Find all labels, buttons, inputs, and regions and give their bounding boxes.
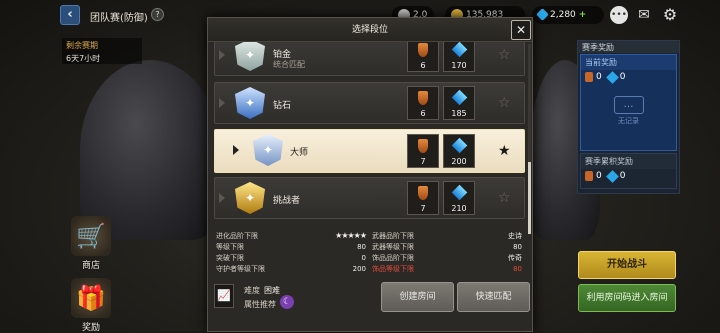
difficulty-value: 困难 [264,286,280,295]
page-title: 团队赛(防御) [90,13,148,24]
current-reward: 当前奖励 0 0 … 无记录 [580,54,677,151]
star-icon[interactable]: ☆ [498,47,511,63]
remaining-time: 剩余赛期 6天7小时 [62,38,142,64]
stat-breakthrough: 突破下限 0 [216,254,366,262]
season-title: 赛季奖励 [578,41,679,53]
medal-icon [418,138,428,153]
platinum-emblem-icon: ✦ [235,42,265,71]
statue-left [80,60,220,240]
start-battle-button[interactable]: 开始战斗 [578,251,676,279]
remaining-label: 剩余赛期 [66,41,98,50]
current-reward-values: 0 0 [581,70,676,84]
quick-match-button[interactable]: 快速匹配 [457,282,530,312]
gem-reward: 210 [443,181,475,215]
help-icon[interactable]: ? [151,8,164,21]
medal-icon [418,90,428,105]
mail-icon[interactable]: ✉ [635,6,653,24]
chat-icon[interactable]: ••• [610,6,628,24]
scroll-thumb[interactable] [528,162,531,234]
currency-gems: 2,280 + [532,6,604,24]
medal-icon [418,42,428,57]
tier-name: 大师 [290,148,309,158]
difficulty-chart-icon[interactable]: 📈 [214,284,234,308]
medal-icon [585,171,593,181]
accumulated-reward-title: 赛季累积奖励 [581,154,676,169]
medal-reward: 6 [407,86,439,120]
stat-guardian-level: 守护者等级下限 200 [216,265,366,273]
gem-icon [451,137,467,154]
tier-scrollbar[interactable] [528,44,531,234]
chevron-right-icon [219,193,225,203]
difficulty-label: 难度 [244,286,260,295]
star-icon[interactable]: ☆ [498,95,511,111]
gear-icon[interactable]: ⚙ [661,6,679,24]
challenger-emblem-icon: ✦ [235,182,265,214]
medal-reward: 7 [407,181,439,215]
tier-challenger[interactable]: ✦ 挑战者 7 210 ☆ [214,177,525,219]
tier-name: 钻石 [273,101,292,111]
plus-icon[interactable]: + [579,10,587,20]
join-by-code-button[interactable]: 利用房间码进入房间 [578,284,676,312]
stat-weapon-grade: 武器品阶下限 史诗 [372,232,522,240]
create-room-button[interactable]: 创建房间 [381,282,454,312]
tier-list[interactable]: ✦ 铂金 统合匹配 6 170 ☆ ✦ 钻石 6 185 ☆ ✦ 大师 7 20… [214,42,526,236]
stat-accessory-grade: 饰品品阶下限 传奇 [372,254,522,262]
gem-icon [451,184,467,201]
stat-accessory-level: 饰品等级下限 80 [372,265,522,273]
current-reward-title: 当前奖励 [581,55,676,70]
side-item-shop[interactable]: 🛒 商店 [66,216,116,271]
gem-reward: 170 [443,42,475,72]
master-emblem-icon: ✦ [253,134,283,166]
season-reward-panel: 赛季奖励 当前奖励 0 0 … 无记录 赛季累积奖励 0 0 [577,40,680,194]
tier-sub: 统合匹配 [273,60,305,69]
tier-name: 挑战者 [273,196,301,206]
side-item-reward[interactable]: 🎁 奖励 [66,278,116,333]
medal-icon [585,72,593,82]
attribute-label: 属性推荐 [244,300,276,309]
gem-reward: 185 [443,86,475,120]
accumulated-reward: 赛季累积奖励 0 0 [580,153,677,189]
moon-icon: ☾ [280,295,294,309]
empty-chat-icon: … [613,96,644,114]
close-button[interactable]: ✕ [511,20,531,40]
gem-reward: 200 [443,134,475,168]
play-icon [233,145,239,155]
gem-icon [451,42,467,58]
gem-icon [536,8,549,21]
diamond-emblem-icon: ✦ [235,87,265,119]
star-icon[interactable]: ☆ [498,190,511,206]
star-filled-icon[interactable]: ★ [498,143,511,159]
medal-reward: 6 [407,42,439,72]
medal-reward: 7 [407,134,439,168]
gem-icon [605,169,619,183]
empty-text: 无记录 [618,117,639,125]
chevron-right-icon [219,50,225,60]
gem-icon [605,70,619,84]
modal-title: 选择段位 [208,18,532,42]
medal-icon [418,185,428,200]
gem-icon [451,89,467,106]
stat-level: 等级下限 80 [216,243,366,251]
select-tier-modal: 选择段位 ✕ ✦ 铂金 统合匹配 6 170 ☆ ✦ 钻石 6 185 ☆ ✦ … [207,17,533,332]
tier-master[interactable]: ✦ 大师 7 200 ★ [214,129,525,173]
gift-icon: 🎁 [71,278,111,318]
tier-diamond[interactable]: ✦ 钻石 6 185 ☆ [214,82,525,124]
stat-evolution: 进化品阶下限 ★★★★★ [216,231,367,240]
cart-icon: 🛒 [71,216,111,256]
back-button[interactable]: ‹ [60,5,80,25]
chevron-right-icon [219,98,225,108]
stat-weapon-level: 武器等级下限 80 [372,243,522,251]
accumulated-reward-values: 0 0 [581,169,676,183]
requirement-stats: 进化品阶下限 ★★★★★ 等级下限 80 突破下限 0 守护者等级下限 200 … [214,230,528,280]
tier-platinum[interactable]: ✦ 铂金 统合匹配 6 170 ☆ [214,42,525,76]
remaining-value: 6天7小时 [66,54,101,63]
evolution-stars: ★★★★★ [335,231,367,240]
